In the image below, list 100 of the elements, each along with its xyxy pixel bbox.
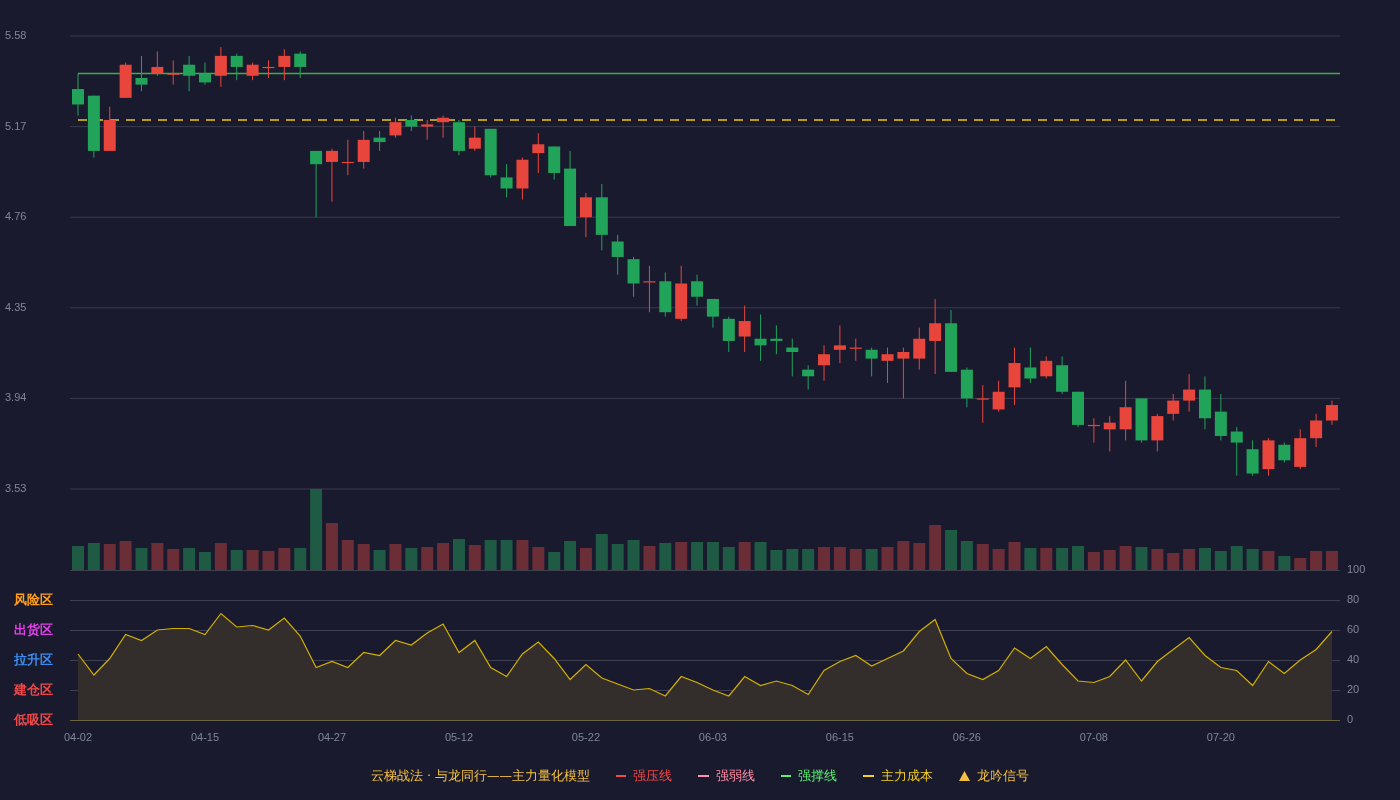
axis-label: 4.76	[5, 210, 27, 223]
volume-bar	[786, 549, 799, 570]
candlestick	[1087, 417, 1100, 444]
candlestick	[913, 327, 926, 371]
volume-bar	[564, 541, 577, 570]
candlestick	[1103, 415, 1116, 452]
volume-bar	[1294, 558, 1307, 570]
volume-bar	[1246, 549, 1259, 570]
volume-bar	[532, 547, 545, 570]
candlestick	[532, 132, 545, 174]
volume-bar	[913, 543, 926, 570]
volume-bar	[87, 543, 100, 570]
date-label: 04-02	[63, 731, 93, 743]
volume-bar	[770, 550, 783, 570]
volume-bar	[627, 540, 640, 570]
legend-label: 龙吟信号	[976, 767, 1029, 785]
candlestick	[183, 55, 196, 92]
volume-bar	[468, 545, 481, 570]
candlestick	[1040, 355, 1053, 379]
volume-bar	[579, 548, 592, 570]
candlestick	[818, 344, 831, 382]
candlestick	[1151, 413, 1164, 452]
candlestick	[135, 55, 148, 92]
candlestick	[722, 316, 735, 353]
volume-bar	[1325, 551, 1338, 570]
candlestick	[675, 265, 688, 322]
axis-label: 60	[1347, 622, 1360, 635]
candlestick	[72, 73, 84, 117]
volume-bar	[437, 543, 450, 570]
candlestick	[802, 364, 815, 391]
axis-label: 5.58	[5, 28, 27, 41]
volume-bar	[1167, 553, 1180, 570]
candlestick	[262, 59, 275, 79]
candlestick	[1024, 347, 1037, 384]
volume-bar	[833, 547, 846, 570]
volume-bar	[389, 544, 402, 570]
date-label: 04-27	[317, 731, 347, 743]
candlestick	[1199, 375, 1211, 430]
volume-bar	[929, 525, 942, 570]
candlestick	[516, 157, 529, 200]
candlestick	[643, 265, 656, 313]
volume-bar	[484, 540, 497, 570]
volume-bar	[1199, 548, 1211, 570]
candlestick	[770, 325, 783, 355]
axis-label: 4.35	[5, 300, 27, 313]
volume-bar	[548, 552, 561, 570]
candlestick	[405, 115, 418, 132]
volume-bar	[373, 550, 386, 570]
candlestick	[579, 192, 592, 238]
candlestick	[595, 183, 608, 251]
candlestick	[659, 271, 672, 318]
volume-bar	[1103, 550, 1116, 570]
volume-bar	[183, 548, 196, 570]
date-label: 06-03	[698, 731, 727, 743]
candlestick	[1246, 439, 1259, 477]
candlestick	[341, 139, 354, 176]
candlestick	[1294, 428, 1307, 470]
volume-bar	[818, 547, 831, 570]
volume-bar	[611, 544, 624, 570]
candlestick	[1278, 442, 1291, 463]
volume-bar	[1151, 549, 1164, 570]
volume-bar	[802, 549, 815, 570]
volume-bar	[357, 544, 370, 570]
volume-bar	[262, 551, 275, 570]
candlestick	[897, 347, 910, 399]
volume-bar	[865, 549, 878, 570]
candlestick	[310, 150, 323, 218]
date-label: 05-12	[444, 731, 473, 743]
volume-bar	[1262, 551, 1275, 570]
candlestick	[945, 309, 957, 373]
date-label: 04-15	[190, 731, 220, 743]
legend-label: 强弱线	[715, 767, 755, 785]
candlestick	[151, 50, 164, 77]
axis-label: 40	[1347, 652, 1360, 665]
volume-bar	[167, 549, 180, 570]
candlestick	[103, 106, 116, 152]
volume-bar	[1278, 556, 1291, 570]
candlestick	[881, 347, 894, 384]
volume-bar	[1119, 546, 1132, 570]
date-label: 06-15	[825, 731, 854, 743]
volume-bar	[849, 549, 862, 570]
candlestick	[246, 62, 259, 81]
volume-bar	[1040, 548, 1053, 570]
candlestick	[849, 338, 862, 362]
volume-bar	[452, 539, 465, 570]
candlestick	[1325, 400, 1338, 426]
candlestick	[294, 50, 307, 79]
volume-bar	[421, 547, 434, 570]
date-label: 05-22	[571, 731, 600, 743]
axis-label: 100	[1347, 562, 1366, 575]
candlestick	[1230, 426, 1243, 477]
volume-bar	[1214, 551, 1227, 570]
candlestick	[468, 126, 481, 152]
zone-label: 建仓区	[14, 681, 53, 697]
zone-label: 低吸区	[14, 711, 53, 727]
candlestick	[548, 146, 561, 181]
candlestick	[119, 62, 132, 99]
volume-bar	[643, 546, 656, 570]
zone-label: 风险区	[14, 591, 53, 607]
candlestick	[230, 53, 243, 81]
